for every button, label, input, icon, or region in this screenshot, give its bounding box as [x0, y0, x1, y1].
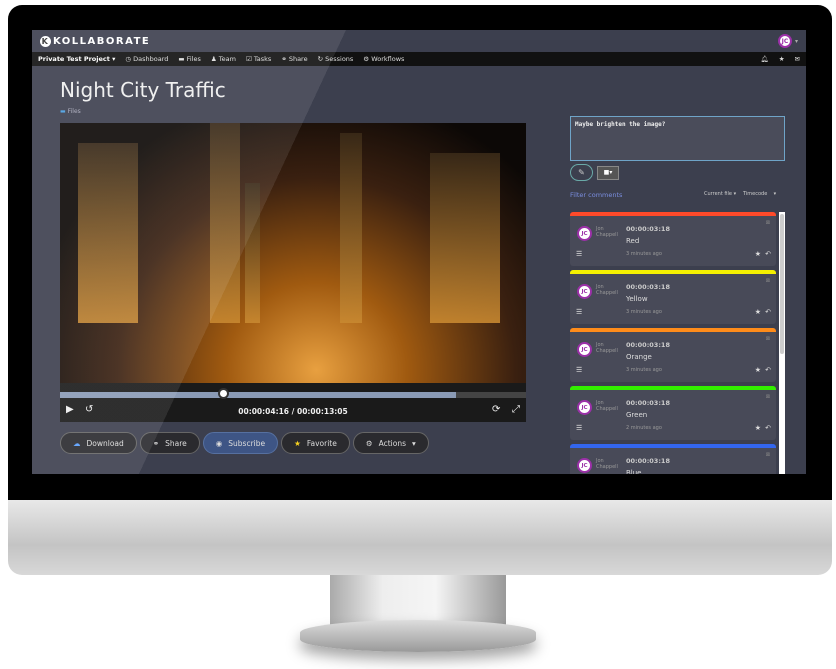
video-frame[interactable] — [60, 123, 526, 383]
building — [340, 133, 362, 323]
nav-files[interactable]: ▬ Files — [178, 55, 200, 63]
star-icon[interactable]: ★ — [755, 366, 761, 374]
reply-icon[interactable]: ↶ — [765, 308, 771, 316]
comment-input[interactable]: Maybe brighten the image? — [570, 116, 785, 161]
comment-text: Green — [626, 411, 648, 419]
gear-icon: ⚙ — [365, 438, 373, 448]
scrollbar[interactable] — [779, 212, 785, 474]
task-icon[interactable]: ☰ — [576, 424, 582, 432]
loop-icon[interactable]: ⟳ — [492, 404, 500, 415]
nav-share[interactable]: ⚭ Share — [281, 55, 307, 63]
comment-card[interactable]: JC Jon Chappell 00:00:03:18 Red 3 minutes… — [570, 212, 776, 266]
monitor-base — [300, 620, 536, 652]
subscribe-button[interactable]: ◉ Subscribe — [202, 432, 279, 454]
star-icon[interactable]: ★ — [755, 424, 761, 432]
author-name: Jon Chappell — [596, 284, 618, 296]
comment-card[interactable]: JC Jon Chappell 00:00:03:18 Yellow 3 minu… — [570, 270, 776, 324]
sort-dropdown[interactable]: Timecode ▾ — [743, 191, 776, 197]
nav-tasks[interactable]: ☑ Tasks — [246, 55, 271, 63]
fullscreen-icon[interactable]: ⤢ — [512, 404, 520, 415]
close-icon[interactable]: ⊠ — [766, 394, 770, 400]
avatar: JC — [577, 342, 592, 357]
building — [245, 183, 260, 323]
author-name: Jon Chappell — [596, 458, 618, 470]
scope-dropdown[interactable]: Current file ▾ — [704, 191, 736, 197]
star-icon: ★ — [294, 438, 301, 448]
comment-card[interactable]: JC Jon Chappell 00:00:03:18 Orange 3 minu… — [570, 328, 776, 382]
top-bar: K KOLLABORATE JC ▾ — [32, 30, 806, 52]
task-icon[interactable]: ☰ — [576, 366, 582, 374]
building — [210, 123, 240, 323]
comment-time: 3 minutes ago — [626, 251, 662, 257]
avatar: JC — [577, 458, 592, 473]
star-icon[interactable]: ★ — [755, 250, 761, 258]
action-buttons: ☁ Download ⚭ Share ◉ Subscribe ★ Favorite ⚙ A… — [60, 432, 429, 454]
logo-text: KOLLABORATE — [53, 35, 151, 47]
nav-team[interactable]: ♟ Team — [211, 55, 236, 63]
comment-timecode[interactable]: 00:00:03:18 — [626, 341, 670, 349]
screen: K KOLLABORATE JC ▾ Private Test Project ▾… — [32, 30, 806, 474]
eye-icon: ◉ — [215, 438, 223, 448]
favorite-button[interactable]: ★ Favorite — [281, 432, 350, 454]
reply-icon[interactable]: ↶ — [765, 250, 771, 258]
avatar: JC — [577, 284, 592, 299]
avatar: JC — [577, 400, 592, 415]
project-selector[interactable]: Private Test Project ▾ — [38, 55, 115, 63]
bell-icon[interactable]: 🔔︎ — [760, 55, 768, 63]
progress-bar[interactable] — [60, 392, 526, 398]
nav-workflows[interactable]: ⚙ Workflows — [363, 55, 404, 63]
filter-comments-link[interactable]: Filter comments — [570, 191, 622, 199]
star-icon[interactable]: ★ — [779, 55, 785, 63]
chevron-down-icon[interactable]: ▾ — [795, 38, 798, 45]
avatar: JC — [577, 226, 592, 241]
page-title: Night City Traffic — [60, 78, 226, 102]
pencil-button[interactable]: ✎ — [570, 164, 593, 181]
user-avatar[interactable]: JC — [777, 34, 792, 48]
author-name: Jon Chappell — [596, 400, 618, 412]
task-icon[interactable]: ☰ — [576, 250, 582, 258]
logo: K KOLLABORATE — [40, 35, 151, 47]
download-button[interactable]: ☁ Download — [60, 432, 137, 454]
comment-timecode[interactable]: 00:00:03:18 — [626, 399, 670, 407]
comment-card[interactable]: JC JonChappell 00:00:03:18 Blue ⊠ ☰ ★ ↶ — [570, 444, 776, 474]
comment-time: 3 minutes ago — [626, 367, 662, 373]
close-icon[interactable]: ⊠ — [766, 452, 770, 458]
comment-text: Red — [626, 237, 640, 245]
monitor-chin — [8, 500, 832, 575]
reply-icon[interactable]: ↶ — [765, 366, 771, 374]
nav-sessions[interactable]: ↻ Sessions — [318, 55, 354, 63]
comment-timecode[interactable]: 00:00:03:18 — [626, 457, 670, 465]
nav-dashboard[interactable]: ◷ Dashboard — [125, 55, 168, 63]
comment-timecode[interactable]: 00:00:03:18 — [626, 283, 670, 291]
cloud-download-icon: ☁ — [73, 438, 81, 448]
reply-icon[interactable]: ↶ — [765, 424, 771, 432]
star-icon[interactable]: ★ — [755, 308, 761, 316]
building — [78, 143, 138, 323]
comment-time: 2 minutes ago — [626, 425, 662, 431]
share-button[interactable]: ⚭ Share — [139, 432, 200, 454]
comment-text: Orange — [626, 353, 652, 361]
building — [430, 153, 500, 323]
comment-text: Yellow — [626, 295, 648, 303]
author-name: Jon Chappell — [596, 226, 618, 238]
breadcrumb[interactable]: ▬ Files — [60, 108, 81, 115]
close-icon[interactable]: ⊠ — [766, 278, 770, 284]
task-icon[interactable]: ☰ — [576, 308, 582, 316]
comment-timecode[interactable]: 00:00:03:18 — [626, 225, 670, 233]
timecode: 00:00:04:16 / 00:00:13:05 — [238, 407, 348, 416]
folder-icon: ▬ — [60, 108, 66, 115]
close-icon[interactable]: ⊠ — [766, 336, 770, 342]
player-controls: ▶ ↺ 00:00:04:16 / 00:00:13:05 ⟳ ⤢ — [60, 383, 526, 422]
mail-icon[interactable]: ✉ — [795, 55, 800, 63]
comment-card[interactable]: JC Jon Chappell 00:00:03:18 Green 2 minut… — [570, 386, 776, 440]
actions-button[interactable]: ⚙ Actions ▾ — [352, 432, 429, 454]
close-icon[interactable]: ⊠ — [766, 220, 770, 226]
comment-list: JC Jon Chappell 00:00:03:18 Red 3 minutes… — [570, 212, 780, 474]
comment-text: Blue — [626, 469, 642, 474]
color-picker[interactable]: ■▾ — [597, 166, 619, 180]
link-icon: ⚭ — [152, 438, 160, 448]
comment-time: 3 minutes ago — [626, 309, 662, 315]
author-name: Jon Chappell — [596, 342, 618, 354]
nav-bar: Private Test Project ▾ ◷ Dashboard ▬ Fil… — [32, 52, 806, 66]
